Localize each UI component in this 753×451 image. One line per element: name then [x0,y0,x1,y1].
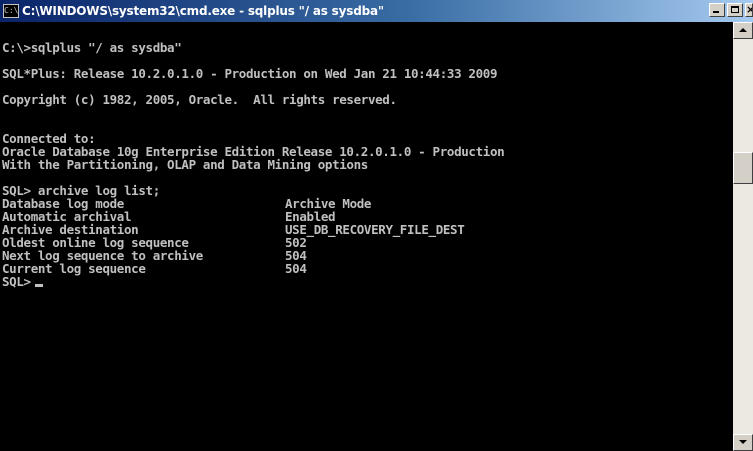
archive-log-list: Database log mode Archive Mode Automatic a… [2,197,733,275]
archive-row-value: 504 [285,261,307,276]
scroll-up-arrow-icon[interactable] [733,22,753,39]
archive-row-value: USE_DB_RECOVERY_FILE_DEST [285,222,465,237]
vertical-scrollbar[interactable] [733,22,753,451]
close-icon[interactable]: × [745,3,753,17]
window-controls: × [709,3,753,17]
command-line: C:\>sqlplus "/ as sysdba" [2,40,182,55]
archive-row: Current log sequence 504 [2,262,733,275]
title-bar[interactable]: C:\ C:\WINDOWS\system32\cmd.exe - sqlplu… [0,0,753,22]
console-output[interactable]: C:\>sqlplus "/ as sysdba" SQL*Plus: Rele… [0,22,733,451]
scroll-down-arrow-icon[interactable] [733,434,753,451]
window-title: C:\WINDOWS\system32\cmd.exe - sqlplus "/… [22,4,384,18]
copyright-line: Copyright (c) 1982, 2005, Oracle. All ri… [2,92,397,107]
sqlplus-banner: SQL*Plus: Release 10.2.0.1.0 - Productio… [2,66,498,81]
cmd-console-icon[interactable]: C:\ [3,4,19,18]
scroll-thumb[interactable] [733,152,753,184]
sql-prompt: SQL> [2,274,31,289]
cmd-window: C:\ C:\WINDOWS\system32\cmd.exe - sqlplu… [0,0,753,451]
options-line: With the Partitioning, OLAP and Data Min… [2,157,368,172]
maximize-icon[interactable] [727,3,743,17]
sql-prompt-line[interactable]: SQL> [2,275,733,288]
archive-row-label: Current log sequence [2,261,146,276]
minimize-icon[interactable] [709,3,725,17]
cursor-icon [34,284,43,287]
